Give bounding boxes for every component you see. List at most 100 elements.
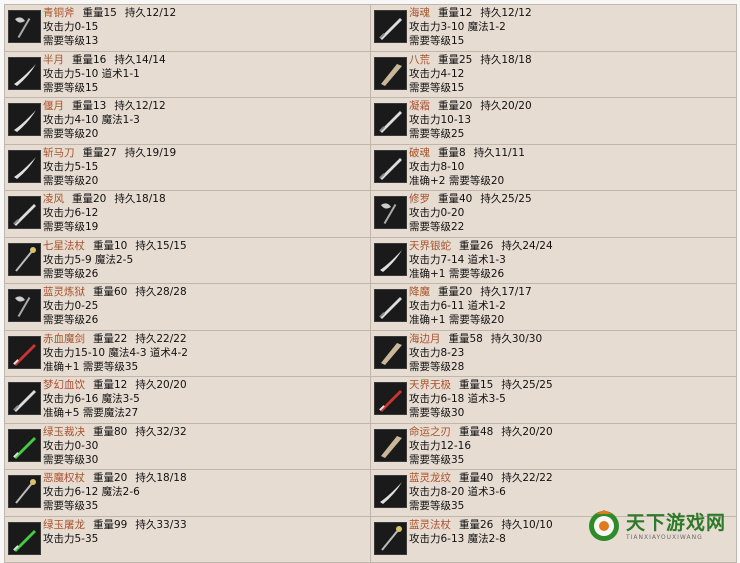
weapon-stats: 攻击力0-20	[409, 206, 532, 220]
weapon-durability: 持久15/15	[135, 240, 186, 252]
weapon-entry: 偃月重量13持久12/12攻击力4-10 魔法1-3需要等级20	[5, 98, 371, 145]
weapon-durability: 持久18/18	[480, 54, 531, 66]
weapon-entry: 天界无极重量15持久25/25攻击力6-18 道术3-5需要等级30	[371, 377, 737, 424]
weapon-requirement: 准确+1 需要等级26	[409, 267, 553, 281]
weapon-requirement: 需要等级35	[43, 499, 187, 513]
weapon-stats: 攻击力15-10 魔法4-3 道术4-2	[43, 346, 188, 360]
weapon-requirement: 需要等级35	[409, 453, 553, 467]
weapon-name: 破魂	[409, 147, 430, 159]
weapon-weight: 重量99	[93, 519, 127, 531]
weapon-name: 恶魔权杖	[43, 472, 85, 484]
weapon-requirement: 需要等级15	[409, 81, 532, 95]
weapon-stats: 攻击力7-14 道术1-3	[409, 253, 553, 267]
weapon-requirement: 准确+5 需要魔法27	[43, 406, 187, 420]
weapon-entry: 海魂重量12持久12/12攻击力3-10 魔法1-2需要等级15	[371, 5, 737, 52]
weapon-durability: 持久12/12	[114, 100, 165, 112]
weapon-requirement: 需要等级35	[409, 499, 553, 513]
saber-icon	[8, 103, 41, 136]
weapon-entry: 天界银蛇重量26持久24/24攻击力7-14 道术1-3准确+1 需要等级26	[371, 238, 737, 285]
weapon-entry: 命运之刃重量48持久20/20攻击力12-16需要等级35	[371, 424, 737, 471]
sword-icon	[8, 382, 41, 415]
weapon-requirement: 需要等级15	[43, 81, 166, 95]
weapon-requirement: 准确+2 需要等级20	[409, 174, 525, 188]
blade-icon	[374, 336, 407, 369]
staff-icon	[374, 522, 407, 555]
red-sword-icon	[8, 336, 41, 369]
green-sword-icon	[8, 522, 41, 555]
weapon-entry: 八荒重量25持久18/18攻击力4-12需要等级15	[371, 52, 737, 99]
weapon-weight: 重量80	[93, 426, 127, 438]
weapon-stats: 攻击力5-35	[43, 532, 187, 546]
weapon-name: 赤血魔剑	[43, 333, 85, 345]
weapon-weight: 重量20	[93, 472, 127, 484]
weapon-name: 降魔	[409, 286, 430, 298]
sword-icon	[374, 289, 407, 322]
weapon-stats: 攻击力6-18 道术3-5	[409, 392, 553, 406]
weapon-entry: 蓝灵炼狱重量60持久28/28攻击力0-25需要等级26	[5, 284, 371, 331]
weapon-durability: 持久20/20	[480, 100, 531, 112]
weapon-entry: 半月重量16持久14/14攻击力5-10 道术1-1需要等级15	[5, 52, 371, 99]
sword-icon	[374, 150, 407, 183]
weapon-name: 八荒	[409, 54, 430, 66]
weapon-weight: 重量20	[72, 193, 106, 205]
weapon-requirement: 需要等级19	[43, 220, 166, 234]
weapon-entry: 凌风重量20持久18/18攻击力6-12需要等级19	[5, 191, 371, 238]
weapon-name: 青铜斧	[43, 7, 75, 19]
weapon-entry: 恶魔权杖重量20持久18/18攻击力6-12 魔法2-6需要等级35	[5, 470, 371, 517]
sword-icon	[8, 196, 41, 229]
blade-icon	[374, 429, 407, 462]
weapon-name: 偃月	[43, 100, 64, 112]
weapon-weight: 重量58	[449, 333, 483, 345]
weapon-name: 七星法杖	[43, 240, 85, 252]
weapon-durability: 持久12/12	[125, 7, 176, 19]
weapon-durability: 持久28/28	[135, 286, 186, 298]
weapon-weight: 重量15	[83, 7, 117, 19]
weapon-requirement: 需要等级30	[43, 453, 187, 467]
weapon-requirement: 准确+1 需要等级35	[43, 360, 188, 374]
weapon-requirement: 需要等级22	[409, 220, 532, 234]
axe-icon	[8, 289, 41, 322]
weapon-name: 命运之刃	[409, 426, 451, 438]
weapon-stats: 攻击力5-10 道术1-1	[43, 67, 166, 81]
weapon-name: 海魂	[409, 7, 430, 19]
weapon-name: 蓝灵炼狱	[43, 286, 85, 298]
weapon-weight: 重量20	[438, 100, 472, 112]
weapon-weight: 重量13	[72, 100, 106, 112]
watermark-subtitle: TIANXIAYOUXIWANG	[626, 534, 726, 541]
weapon-durability: 持久33/33	[135, 519, 186, 531]
weapon-requirement: 需要等级15	[409, 34, 532, 48]
weapon-name: 天界银蛇	[409, 240, 451, 252]
weapon-stats: 攻击力6-13 魔法2-8	[409, 532, 553, 546]
weapon-weight: 重量8	[438, 147, 466, 159]
weapon-requirement: 准确+1 需要等级20	[409, 313, 532, 327]
site-watermark: 天下游戏网 TIANXIAYOUXIWANG	[586, 503, 734, 549]
weapon-durability: 持久24/24	[501, 240, 552, 252]
weapon-entry: 赤血魔剑重量22持久22/22攻击力15-10 魔法4-3 道术4-2准确+1 …	[5, 331, 371, 378]
weapon-stats: 攻击力8-10	[409, 160, 525, 174]
weapon-requirement: 需要等级26	[43, 313, 187, 327]
weapon-durability: 持久12/12	[480, 7, 531, 19]
weapon-stats: 攻击力6-16 魔法3-5	[43, 392, 187, 406]
weapon-name: 海边月	[409, 333, 441, 345]
saber-icon	[374, 243, 407, 276]
weapon-durability: 持久25/25	[501, 379, 552, 391]
weapon-stats: 攻击力4-10 魔法1-3	[43, 113, 166, 127]
weapon-entry: 绿玉裁决重量80持久32/32攻击力0-30需要等级30	[5, 424, 371, 471]
green-sword-icon	[8, 429, 41, 462]
weapon-stats: 攻击力0-25	[43, 299, 187, 313]
weapon-entry: 青铜斧重量15持久12/12攻击力0-15需要等级13	[5, 5, 371, 52]
axe-icon	[374, 196, 407, 229]
weapon-name: 凝霜	[409, 100, 430, 112]
weapon-stats: 攻击力6-12	[43, 206, 166, 220]
weapon-stats: 攻击力10-13	[409, 113, 532, 127]
weapon-weight: 重量48	[459, 426, 493, 438]
weapon-entry: 修罗重量40持久25/25攻击力0-20需要等级22	[371, 191, 737, 238]
weapon-weight: 重量12	[93, 379, 127, 391]
weapon-stats: 攻击力6-11 道术1-2	[409, 299, 532, 313]
weapon-stats: 攻击力5-15	[43, 160, 176, 174]
weapon-durability: 持久25/25	[480, 193, 531, 205]
weapon-weight: 重量10	[93, 240, 127, 252]
weapon-stats: 攻击力8-23	[409, 346, 542, 360]
saber-icon	[8, 57, 41, 90]
weapon-durability: 持久19/19	[125, 147, 176, 159]
